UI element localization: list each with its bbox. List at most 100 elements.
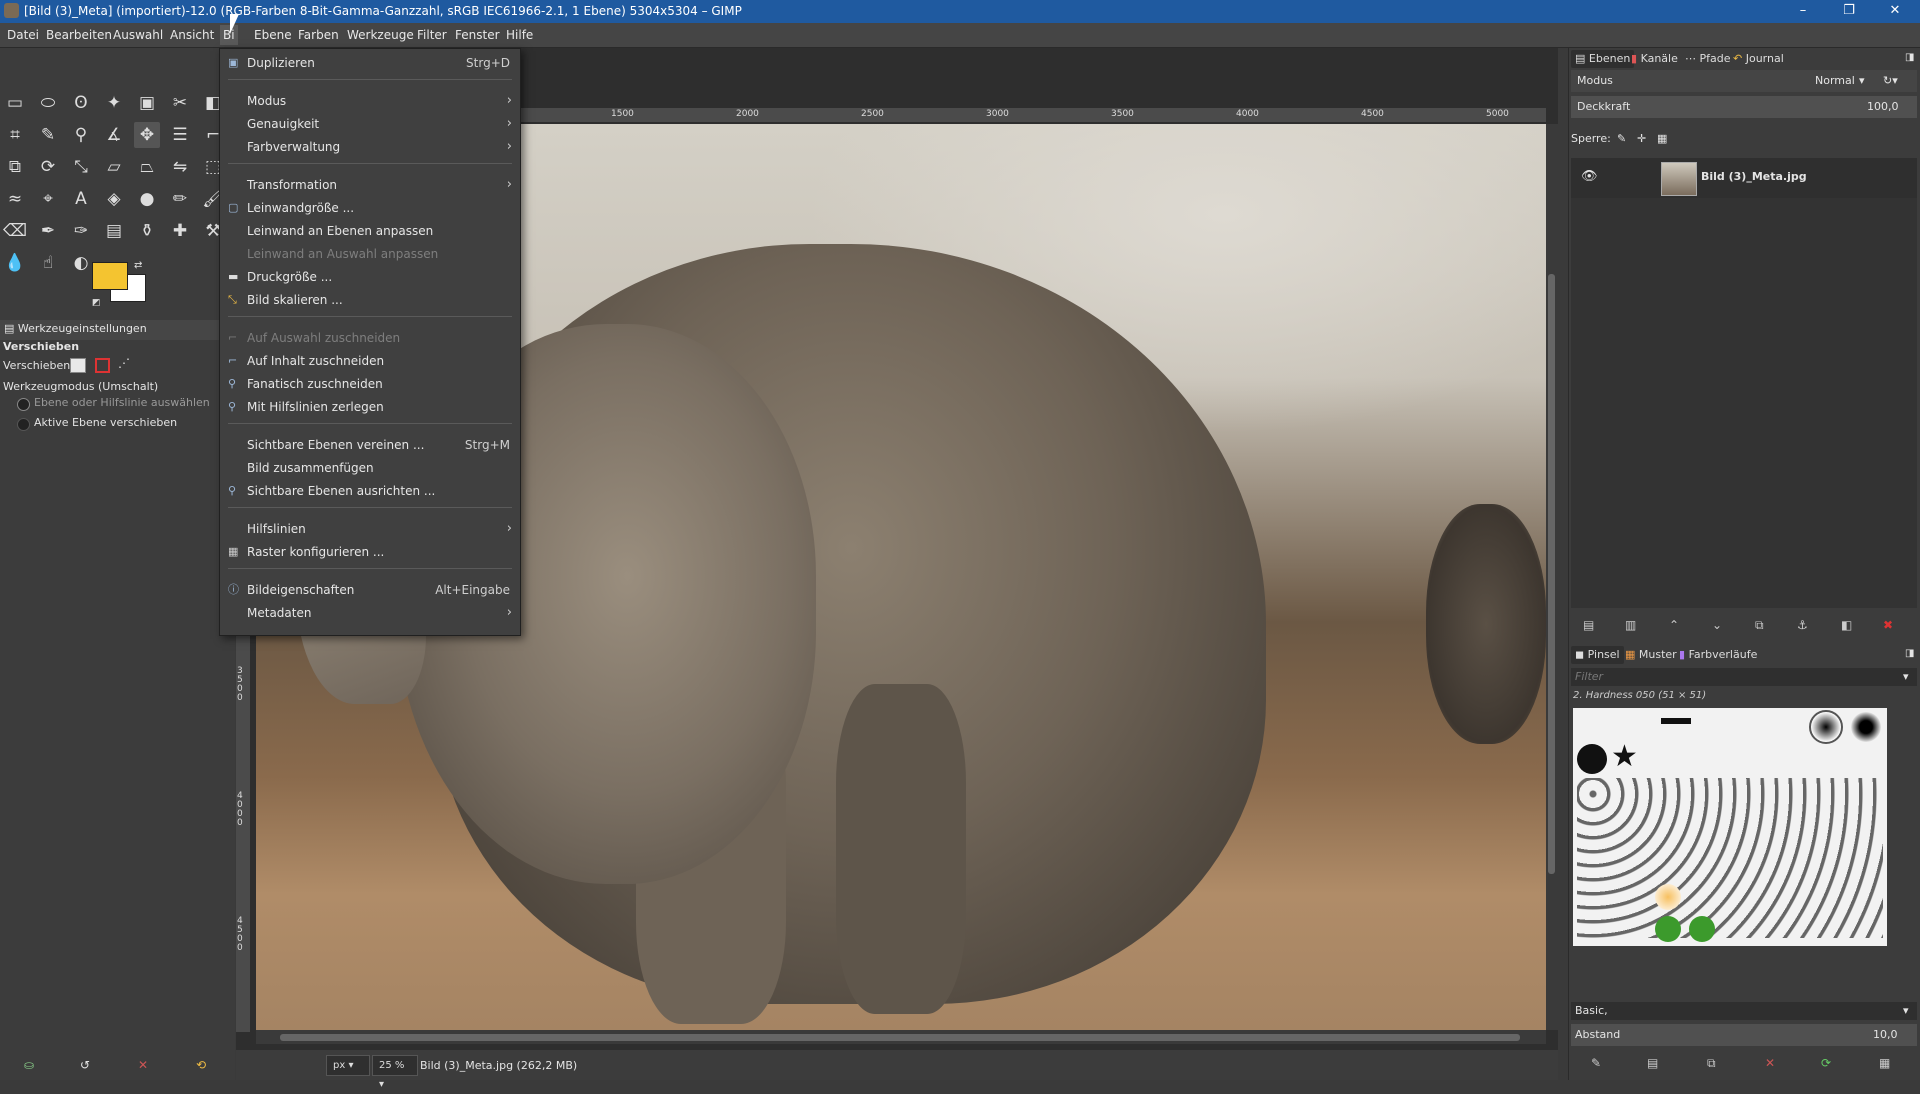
menu-item-metadaten[interactable]: Metadaten ›: [220, 602, 520, 624]
open-brush-as-image-icon[interactable]: ▦: [1879, 1056, 1890, 1070]
color-select-icon[interactable]: ▣: [134, 90, 160, 116]
clone-icon[interactable]: ⚱: [134, 218, 160, 244]
mypaint-brush-icon[interactable]: ▤: [101, 218, 127, 244]
menu-hilfe[interactable]: Hilfe: [506, 28, 533, 42]
layer-mode-row[interactable]: Modus Normal ▾ ↻▾: [1571, 70, 1917, 92]
new-layer-icon[interactable]: ▤: [1583, 618, 1594, 632]
menu-ebene[interactable]: Ebene: [254, 28, 292, 42]
edit-brush-icon[interactable]: ✎: [1591, 1056, 1601, 1070]
move-layer-icon[interactable]: [70, 358, 86, 373]
menu-item-hilfslinien[interactable]: Hilfslinien ›: [220, 518, 520, 540]
brush-texture-set[interactable]: [1577, 778, 1883, 938]
measure-icon[interactable]: ∡: [101, 122, 127, 148]
zoom-select[interactable]: 25 % ▾: [372, 1055, 418, 1090]
delete-layer-icon[interactable]: ✖: [1883, 618, 1893, 632]
fuzzy-select-icon[interactable]: ✦: [101, 90, 127, 116]
shear-icon[interactable]: ▱: [101, 154, 127, 180]
smudge-icon[interactable]: ☝: [35, 250, 61, 276]
paths-icon[interactable]: ✎: [35, 122, 61, 148]
menu-item-transformation[interactable]: Transformation ›: [220, 174, 520, 196]
menu-item-duplizieren[interactable]: ▣ Duplizieren Strg+D: [220, 52, 520, 74]
perspective-icon[interactable]: ⏢: [134, 154, 160, 180]
crop-icon[interactable]: ⌗: [2, 122, 28, 148]
duplicate-brush-icon[interactable]: ⧉: [1707, 1056, 1716, 1071]
pencil-icon[interactable]: ✏: [167, 186, 193, 212]
duplicate-layer-icon[interactable]: ⧉: [1755, 618, 1764, 633]
horizontal-scrollbar-thumb[interactable]: [280, 1034, 1520, 1041]
move-icon[interactable]: ✥: [134, 122, 160, 148]
new-brush-icon[interactable]: ▤: [1647, 1056, 1658, 1070]
scissors-select-icon[interactable]: ✂: [167, 90, 193, 116]
unified-transform-icon[interactable]: ⧉: [2, 154, 28, 180]
menu-item-genauigkeit[interactable]: Genauigkeit ›: [220, 113, 520, 135]
menu-item-bild-zusammenfuegen[interactable]: Bild zusammenfügen: [220, 457, 520, 479]
lasso-icon[interactable]: ʘ: [68, 90, 94, 116]
warp-transform-icon[interactable]: ≈: [2, 186, 28, 212]
handle-transform-icon[interactable]: ⌖: [35, 186, 61, 212]
radio-pick-layer[interactable]: [17, 398, 30, 411]
menu-item-hilfslinien-zerlegen[interactable]: ⚲ Mit Hilfslinien zerlegen: [220, 396, 520, 418]
gradient-icon[interactable]: ●: [134, 186, 160, 212]
flip-icon[interactable]: ⇋: [167, 154, 193, 180]
menu-item-bildeigenschaften[interactable]: ⓘ Bildeigenschaften Alt+Eingabe: [220, 579, 520, 601]
menu-filter[interactable]: Filter: [417, 28, 447, 42]
reset-tool-options-icon[interactable]: ⟲: [196, 1058, 206, 1072]
brush-star[interactable]: ★: [1611, 742, 1638, 772]
align-icon[interactable]: ☰: [167, 122, 193, 148]
dock-menu-icon[interactable]: ◨: [1905, 648, 1914, 659]
scale-icon[interactable]: ⤡: [68, 154, 94, 180]
menu-item-leinwandgroesse[interactable]: ▢ Leinwandgröße ...: [220, 197, 520, 219]
tab-patterns[interactable]: ▦ Muster: [1621, 646, 1681, 664]
dodge-burn-icon[interactable]: ◐: [68, 250, 94, 276]
menu-ansicht[interactable]: Ansicht: [170, 28, 214, 42]
tab-gradients[interactable]: ▮ Farbverläufe: [1675, 646, 1761, 664]
vertical-scrollbar[interactable]: [1546, 124, 1558, 1030]
layer-row[interactable]: 👁 Bild (3)_Meta.jpg: [1571, 158, 1917, 198]
vertical-scrollbar-thumb[interactable]: [1548, 274, 1555, 874]
radio-move-active-layer[interactable]: [17, 418, 30, 431]
brush-block[interactable]: [1661, 718, 1691, 724]
menu-item-raster-konfigurieren[interactable]: ▦ Raster konfigurieren ...: [220, 541, 520, 563]
menu-item-fanatisch-zuschneiden[interactable]: ⚲ Fanatisch zuschneiden: [220, 373, 520, 395]
menu-item-auf-inhalt-zuschneiden[interactable]: ⌐ Auf Inhalt zuschneiden: [220, 350, 520, 372]
brush-set-chevron-icon[interactable]: ▾: [1903, 1002, 1909, 1020]
menu-item-sichtbare-ebenen-ausrichten[interactable]: ⚲ Sichtbare Ebenen ausrichten ...: [220, 480, 520, 502]
menu-farben[interactable]: Farben: [298, 28, 339, 42]
tool-options-tab[interactable]: ▤ Werkzeugeinstellungen: [0, 320, 235, 340]
ellipse-select-icon[interactable]: ⬭: [35, 90, 61, 116]
move-selection-icon[interactable]: [95, 358, 110, 373]
tab-channels[interactable]: ▮ Kanäle: [1627, 50, 1682, 68]
menu-item-leinwand-an-ebenen[interactable]: Leinwand an Ebenen anpassen: [220, 220, 520, 242]
delete-brush-icon[interactable]: ✕: [1765, 1056, 1775, 1070]
brush-hard-round[interactable]: [1577, 744, 1607, 774]
tab-brushes[interactable]: ◼ Pinsel: [1571, 646, 1624, 664]
refresh-brushes-icon[interactable]: ⟳: [1821, 1056, 1831, 1070]
horizontal-scrollbar[interactable]: [256, 1030, 1546, 1044]
tab-paths[interactable]: ⋯ Pfade: [1681, 50, 1735, 68]
new-layer-group-icon[interactable]: ▥: [1625, 618, 1636, 632]
heal-icon[interactable]: ✚: [167, 218, 193, 244]
lock-position-icon[interactable]: ✛: [1637, 132, 1646, 145]
blur-icon[interactable]: 💧: [2, 250, 28, 276]
maximize-button[interactable]: ❐: [1826, 0, 1872, 23]
mask-layer-icon[interactable]: ◧: [1841, 618, 1852, 632]
eye-visibility-icon[interactable]: 👁: [1581, 169, 1598, 184]
default-colors-icon[interactable]: ◩: [92, 298, 101, 308]
rect-select-icon[interactable]: ▭: [2, 90, 28, 116]
raise-layer-icon[interactable]: ⌃: [1669, 618, 1679, 632]
eraser-icon[interactable]: ⌫: [2, 218, 28, 244]
tab-layers[interactable]: ▤ Ebenen: [1571, 50, 1635, 68]
mode-reset-icon[interactable]: ↻▾: [1883, 70, 1898, 92]
save-tool-preset-icon[interactable]: ⛀: [24, 1058, 34, 1072]
delete-tool-preset-icon[interactable]: ✕: [138, 1058, 148, 1072]
rotate-icon[interactable]: ⟳: [35, 154, 61, 180]
minimize-button[interactable]: –: [1780, 0, 1826, 23]
brush-pepper-green-2[interactable]: [1689, 916, 1715, 942]
menu-item-farbverwaltung[interactable]: Farbverwaltung ›: [220, 136, 520, 158]
brush-grid[interactable]: ★: [1573, 708, 1887, 946]
menu-item-druckgroesse[interactable]: ▬ Druckgröße ...: [220, 266, 520, 288]
layer-name[interactable]: Bild (3)_Meta.jpg: [1701, 170, 1807, 183]
anchor-layer-icon[interactable]: ⚓: [1797, 618, 1808, 632]
menu-item-bild-skalieren[interactable]: ⤡ Bild skalieren ...: [220, 289, 520, 311]
menu-fenster[interactable]: Fenster: [455, 28, 500, 42]
